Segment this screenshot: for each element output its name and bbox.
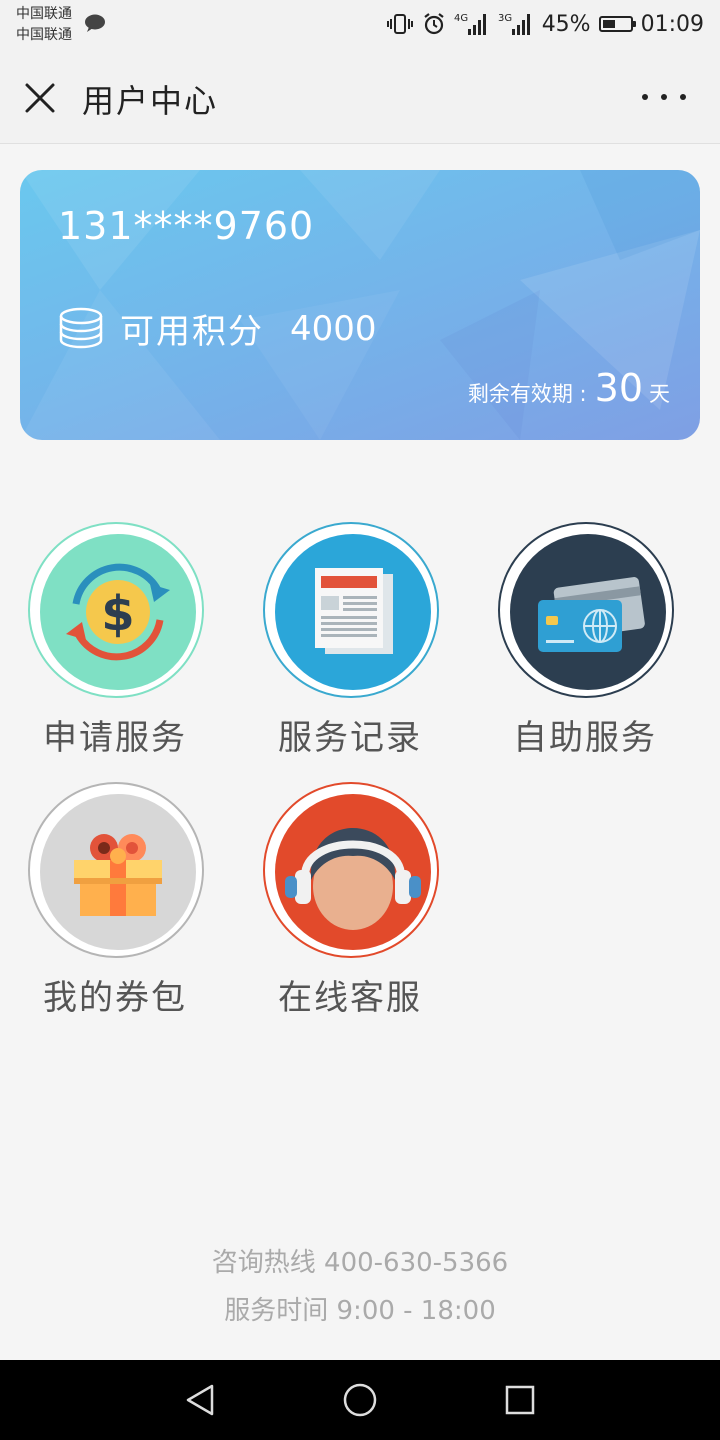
service-label: 自助服务 [513,718,657,758]
service-icon-ring [28,782,204,958]
back-triangle-icon[interactable] [180,1380,220,1420]
carrier-labels: 中国联通 中国联通 [16,4,72,46]
points-row: 可用积分 4000 [58,304,377,353]
service-icon-ring [263,782,439,958]
home-circle-icon[interactable] [340,1380,380,1420]
validity-days: 30 [594,366,643,410]
battery-percent: 45% [541,11,591,37]
validity: 剩余有效期 : 30 天 [468,366,670,410]
signal-4g-icon: 4G [454,13,486,35]
newspaper-icon [315,568,393,654]
member-card: 131****9760 可用积分 4000 剩余有效期 : 30 天 [20,170,700,440]
close-icon[interactable] [22,80,58,116]
service-apply[interactable]: $ 申请服务 [15,522,215,762]
battery-icon [598,16,636,32]
service-records[interactable]: 服务记录 [250,522,450,762]
service-icon-ring [498,522,674,698]
chat-bubble-icon [85,14,105,32]
service-self[interactable]: 自助服务 [485,522,685,762]
validity-label: 剩余有效期 : [467,382,587,406]
service-label: 申请服务 [43,718,187,758]
status-indicators: 4G 3G 45% 01:09 [386,8,704,40]
network-2-label: 3G [498,13,512,24]
service-icon-ring [263,522,439,698]
signal-3g-icon: 3G [498,13,530,35]
service-icon-bg [40,794,196,950]
service-icon-bg [510,534,666,690]
coin-stack-icon [59,307,103,348]
dot [661,94,667,100]
hotline-text: 咨询热线 400-630-5366 [211,1248,509,1278]
service-support[interactable]: 在线客服 [250,782,450,1022]
service-label: 在线客服 [278,978,422,1018]
clock: 01:09 [640,11,704,37]
dollar-exchange-icon: $ [66,563,170,661]
recents-square-icon[interactable] [500,1380,540,1420]
vibrate-icon [386,14,413,34]
points-label: 可用积分 [120,312,264,352]
gift-box-icon [74,834,162,916]
carrier-2: 中国联通 [16,27,72,43]
service-icon-bg [275,534,431,690]
carrier-1: 中国联通 [16,6,72,22]
customer-service-icon [285,828,421,930]
more-options-button[interactable] [642,84,686,110]
status-bar: 中国联通 中国联通 4G 3G 45% 01:09 [0,0,720,50]
credit-card-icon [538,577,645,652]
network-1-label: 4G [454,13,468,24]
dot [642,94,648,100]
points-value: 4000 [290,308,377,349]
title-bar: 用户中心 [0,50,720,144]
service-icon-bg: $ [40,534,196,690]
service-label: 我的券包 [43,978,187,1018]
validity-unit: 天 [649,382,670,406]
service-time-text: 服务时间 9:00 - 18:00 [224,1296,496,1326]
phone-number: 131****9760 [58,204,315,248]
service-label: 服务记录 [278,718,422,758]
dot [680,94,686,100]
page-title: 用户中心 [82,82,219,120]
system-nav-bar [0,1360,720,1440]
svg-text:$: $ [101,586,134,642]
alarm-icon [424,13,444,35]
service-coupons[interactable]: 我的券包 [15,782,215,1022]
service-icon-ring: $ [28,522,204,698]
service-icon-bg [275,794,431,950]
